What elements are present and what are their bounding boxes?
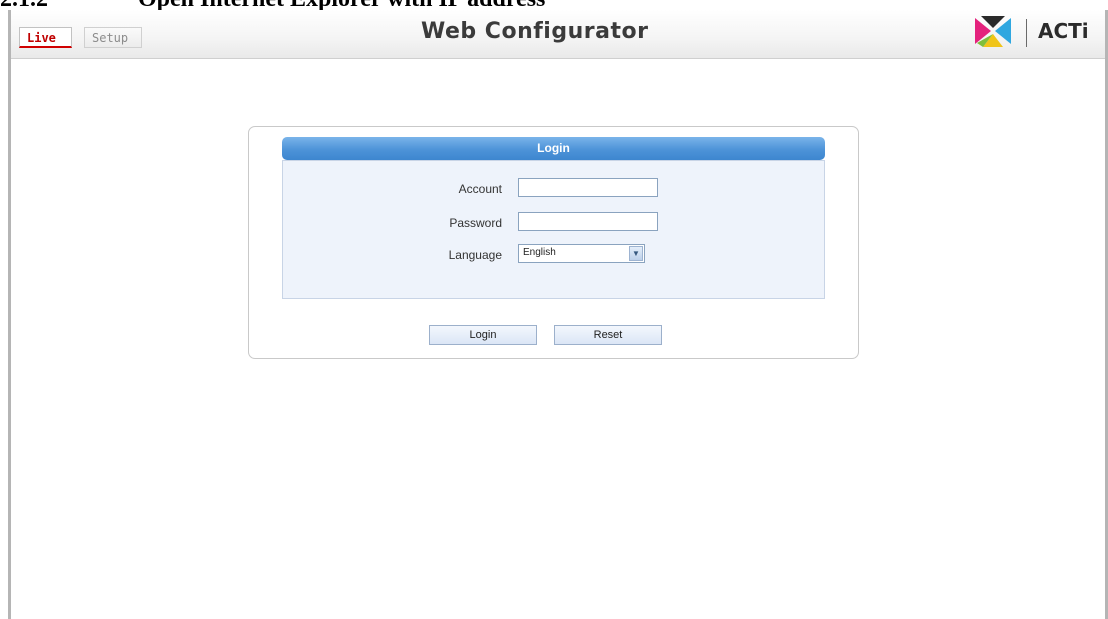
password-label: Password [449, 216, 502, 230]
login-header: Login [282, 137, 825, 160]
logo-divider [1026, 19, 1027, 47]
language-label: Language [448, 248, 502, 262]
reset-button[interactable]: Reset [554, 325, 662, 345]
tab-live[interactable]: Live [19, 27, 72, 48]
brand-name: ACTi [1038, 19, 1089, 43]
account-input[interactable] [518, 178, 658, 197]
password-input[interactable] [518, 212, 658, 231]
browser-page: Live Setup Web Configurator ACTi Login A… [8, 10, 1108, 619]
language-select[interactable]: English ▼ [518, 244, 645, 263]
tab-setup[interactable]: Setup [84, 27, 142, 48]
top-bar: Live Setup Web Configurator ACTi [11, 10, 1105, 59]
chevron-down-icon[interactable]: ▼ [629, 246, 643, 261]
account-label: Account [458, 182, 502, 196]
language-value: English [523, 247, 556, 258]
page-title: Web Configurator [421, 19, 649, 44]
login-form: Account Password Language English ▼ [282, 160, 825, 299]
login-button[interactable]: Login [429, 325, 537, 345]
login-panel: Login Account Password Language English … [248, 126, 859, 359]
acti-logo-icon [975, 16, 1011, 47]
